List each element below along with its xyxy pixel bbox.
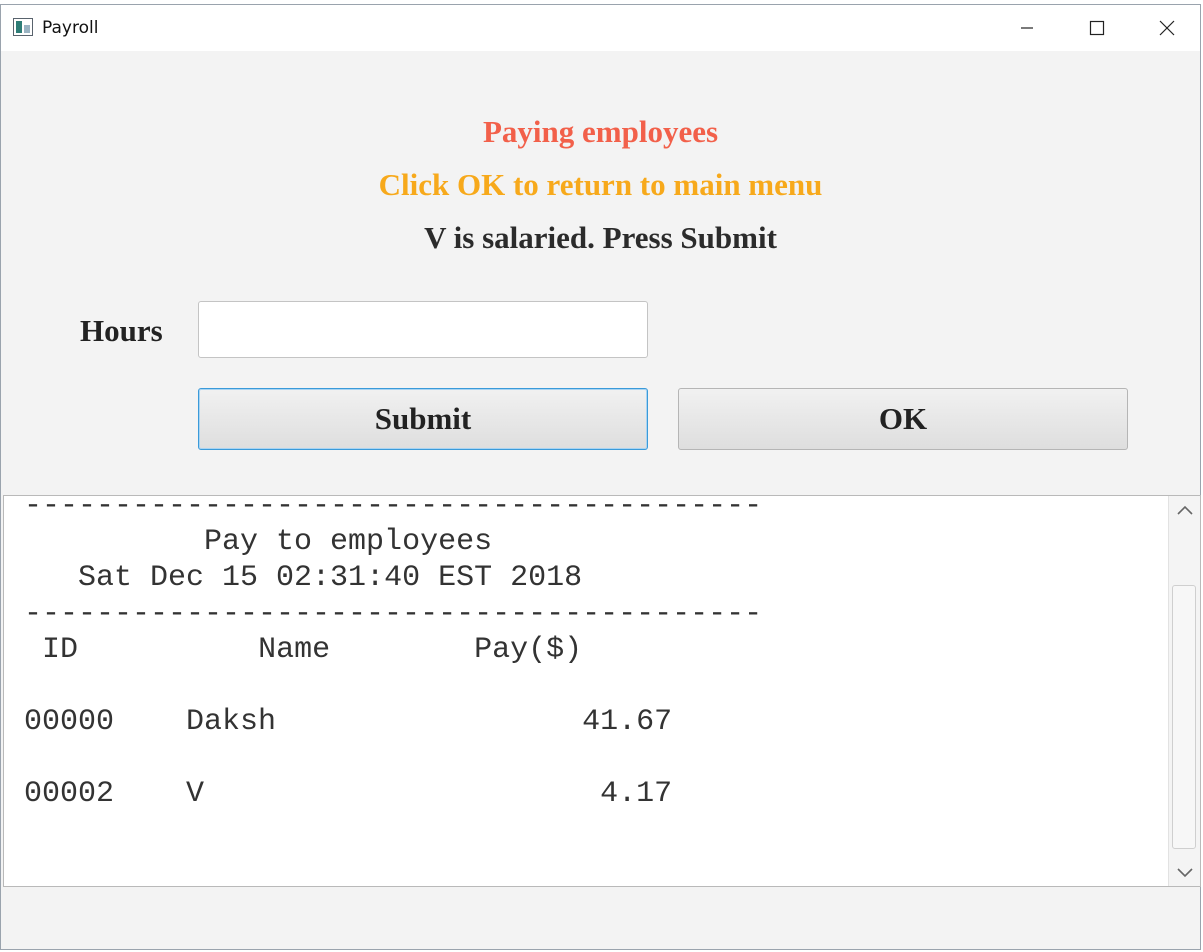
heading-title: Paying employees [482, 114, 719, 149]
close-button[interactable] [1132, 5, 1202, 51]
ok-button[interactable]: OK [678, 388, 1128, 450]
row-pay: 41.67 [582, 705, 673, 739]
row-pay: 4.17 [600, 777, 673, 811]
maximize-button[interactable] [1062, 5, 1132, 51]
report-separator-bottom: ----------------------------------------… [24, 597, 763, 631]
hours-label: Hours [80, 313, 163, 348]
chevron-up-icon [1176, 505, 1193, 515]
row-name: Daksh [186, 705, 277, 739]
report-text: ----------------------------------------… [24, 495, 763, 812]
report-output-area[interactable]: ----------------------------------------… [3, 495, 1201, 887]
heading-status: V is salaried. Press Submit [424, 220, 777, 255]
row-name: V [186, 777, 205, 811]
window-title: Payroll [42, 18, 99, 38]
row-id: 00000 [24, 705, 115, 739]
report-title: Pay to employees [204, 525, 493, 559]
report-separator-top: ----------------------------------------… [24, 495, 763, 523]
table-row: 00002 V 4.17 [24, 777, 672, 811]
minimize-icon [1021, 27, 1033, 29]
column-header-name: Name [258, 633, 331, 667]
submit-button[interactable]: Submit [198, 388, 648, 450]
vertical-scrollbar[interactable] [1168, 496, 1200, 886]
report-date: Sat Dec 15 02:31:40 EST 2018 [78, 561, 583, 595]
scroll-thumb[interactable] [1172, 585, 1196, 849]
hours-input[interactable] [198, 301, 648, 358]
scroll-down-button[interactable] [1169, 858, 1200, 886]
minimize-button[interactable] [992, 5, 1062, 51]
chevron-down-icon [1176, 868, 1193, 878]
row-id: 00002 [24, 777, 115, 811]
close-icon [1159, 20, 1175, 36]
scroll-up-button[interactable] [1169, 496, 1200, 524]
app-icon [13, 18, 33, 36]
maximize-icon [1089, 20, 1105, 36]
heading-instruction: Click OK to return to main menu [378, 167, 823, 202]
column-header-id: ID [42, 633, 79, 667]
column-header-pay: Pay($) [474, 633, 583, 667]
table-row: 00000 Daksh 41.67 [24, 705, 672, 739]
title-bar[interactable]: Payroll [1, 5, 1200, 51]
payroll-window: Payroll Paying employees Click OK to ret… [0, 4, 1201, 950]
